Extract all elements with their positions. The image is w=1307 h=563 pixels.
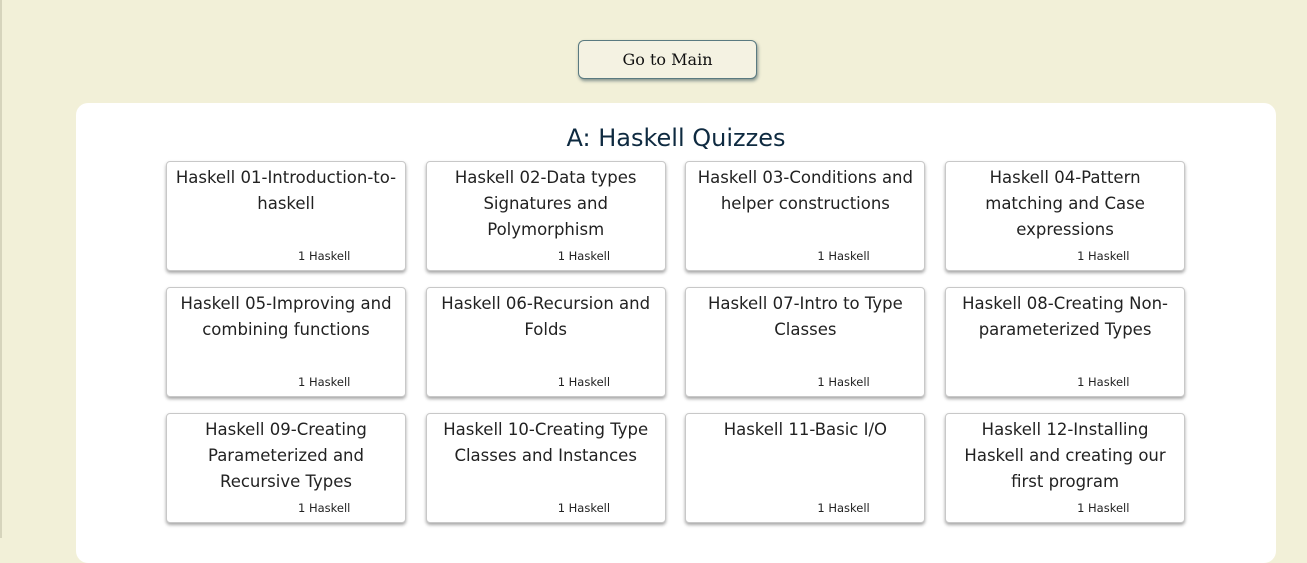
quiz-card-07[interactable]: Haskell 07-Intro to Type Classes 1 Haske… [685,287,926,397]
quiz-card-title: Haskell 04-Pattern matching and Case exp… [985,168,1145,239]
quiz-card-10[interactable]: Haskell 10-Creating Type Classes and Ins… [425,413,666,523]
quiz-card-count: 1 Haskell [817,375,870,389]
go-to-main-button[interactable]: Go to Main [578,40,757,79]
quiz-card-11[interactable]: Haskell 11-Basic I/O 1 Haskell [685,413,926,523]
quiz-card-count: 1 Haskell [1077,249,1130,263]
quiz-card-count: 1 Haskell [1077,375,1130,389]
quiz-card-09[interactable]: Haskell 09-Creating Parameterized and Re… [166,413,406,523]
section-title: A: Haskell Quizzes [566,124,786,152]
quiz-card-title: Haskell 11-Basic I/O [723,420,888,439]
quiz-card-count: 1 Haskell [298,249,351,263]
quiz-card-count: 1 Haskell [557,375,611,389]
quiz-card-count: 1 Haskell [298,501,351,515]
quiz-card-02[interactable]: Haskell 02-Data types Signatures and Pol… [425,161,666,271]
quiz-card-03[interactable]: Haskell 03-Conditions and helper constru… [685,161,926,271]
quiz-card-title: Haskell 03-Conditions and helper constru… [697,168,913,213]
quiz-card-06[interactable]: Haskell 06-Recursion and Folds 1 Haskell [425,287,666,397]
quiz-card-count: 1 Haskell [298,375,351,389]
quiz-card-title: Haskell 06-Recursion and Folds [441,294,651,339]
quiz-grid: Haskell 01-Introduction-to-haskell 1 Has… [166,161,1186,523]
quiz-card-count: 1 Haskell [557,501,611,515]
quiz-card-count: 1 Haskell [817,501,870,515]
quiz-card-title: Haskell 10-Creating Type Classes and Ins… [443,420,649,465]
quiz-card-04[interactable]: Haskell 04-Pattern matching and Case exp… [945,161,1186,271]
quiz-card-01[interactable]: Haskell 01-Introduction-to-haskell 1 Has… [166,161,406,271]
quiz-card-title: Haskell 12-Installing Haskell and creati… [964,420,1166,491]
quiz-card-05[interactable]: Haskell 05-Improving and combining funct… [166,287,406,397]
quiz-card-08[interactable]: Haskell 08-Creating Non-parameterized Ty… [945,287,1186,397]
quiz-card-title: Haskell 08-Creating Non-parameterized Ty… [962,294,1168,339]
quiz-card-count: 1 Haskell [1077,501,1130,515]
quiz-card-count: 1 Haskell [557,249,611,263]
quiz-card-count: 1 Haskell [817,249,870,263]
quiz-card-title: Haskell 05-Improving and combining funct… [180,294,392,339]
quiz-card-title: Haskell 01-Introduction-to-haskell [175,168,397,213]
quiz-card-title: Haskell 02-Data types Signatures and Pol… [454,168,637,239]
quiz-card-title: Haskell 07-Intro to Type Classes [707,294,903,339]
page-left-edge [0,0,2,538]
quiz-card-title: Haskell 09-Creating Parameterized and Re… [205,420,367,491]
quiz-card-12[interactable]: Haskell 12-Installing Haskell and creati… [945,413,1186,523]
